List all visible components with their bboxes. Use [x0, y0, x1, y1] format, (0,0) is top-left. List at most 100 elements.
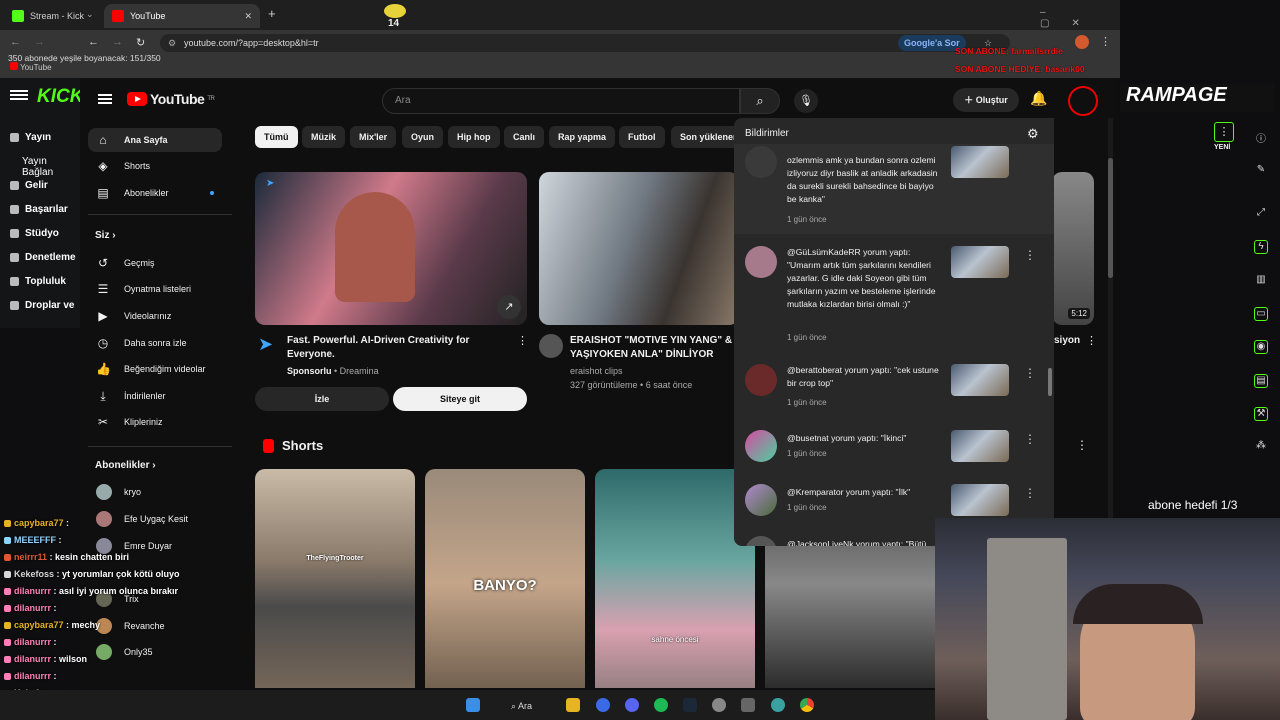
short-thumbnail[interactable]: TheFlyingTrooter	[255, 469, 415, 688]
more-menu-icon[interactable]: ⋮	[1214, 122, 1234, 142]
sidebar-item-subscriptions[interactable]: ▤ Abonelikler	[88, 181, 222, 205]
sidebar-item-home[interactable]: ⌂ Ana Sayfa	[88, 128, 222, 152]
external-link-icon[interactable]: ↗	[497, 295, 521, 319]
chat-username[interactable]: Kekefoss	[14, 569, 54, 579]
visit-site-button[interactable]: Siteye git	[393, 387, 527, 411]
channel-avatar[interactable]	[1068, 86, 1098, 116]
chat-username[interactable]: capybara77	[14, 518, 64, 528]
tab-search-chevron-icon[interactable]: ⌄	[86, 9, 94, 20]
pencil-icon[interactable]: ✎	[1254, 164, 1268, 178]
chat-username[interactable]: capybara77	[14, 620, 64, 630]
chat-icon[interactable]: ▭	[1254, 307, 1268, 321]
url-bar[interactable]: ⚙ youtube.com/?app=desktop&hl=tr Google'…	[160, 34, 1010, 52]
steam-icon[interactable]	[683, 698, 697, 712]
save-icon[interactable]: ▤	[1254, 374, 1268, 388]
sidebar-item-downloads[interactable]: ⤓ İndirilenler	[88, 384, 222, 408]
chip[interactable]: Futbol	[619, 126, 665, 148]
forward-icon[interactable]: →	[112, 36, 123, 48]
app-icon[interactable]	[712, 698, 726, 712]
sidebar-item-playlists[interactable]: ☰ Oynatma listeleri	[88, 277, 222, 301]
sidebar-item-clips[interactable]: ✂ Klipleriniz	[88, 410, 222, 434]
watch-button[interactable]: İzle	[255, 387, 389, 411]
chip[interactable]: Canlı	[504, 126, 545, 148]
settings-icon[interactable]	[741, 698, 755, 712]
share-icon[interactable]: ⁂	[1254, 440, 1268, 454]
create-button[interactable]: ＋ Oluştur	[953, 88, 1019, 112]
search-input[interactable]: Ara	[382, 88, 740, 114]
chat-username[interactable]: dilanurrr	[14, 637, 51, 647]
browser-icon[interactable]	[771, 698, 785, 712]
notification-item[interactable]: @busetnat yorum yaptı: "İkinci" 1 gün ön…	[734, 430, 1054, 470]
sidebar-item-history[interactable]: ↺ Geçmiş	[88, 251, 222, 275]
chip[interactable]: Mix'ler	[350, 126, 397, 148]
sidebar-item-liked[interactable]: 👍 Beğendiğim videolar	[88, 357, 222, 381]
video-title[interactable]: siyon	[1054, 334, 1080, 348]
video-channel[interactable]: eraishot clips	[570, 366, 623, 376]
notifications-bell-icon[interactable]: 🔔	[1030, 90, 1047, 107]
new-tab-icon[interactable]: +	[268, 6, 276, 21]
app-icon[interactable]	[596, 698, 610, 712]
info-icon[interactable]: ⓘ	[1254, 130, 1268, 145]
more-options-icon[interactable]: ⋮	[1086, 334, 1097, 347]
video-title[interactable]: Fast. Powerful. AI-Driven Creativity for…	[287, 334, 507, 362]
kick-nav-item[interactable]: Stüdyo	[10, 228, 59, 239]
notifications-scrollbar[interactable]	[1048, 368, 1052, 396]
windows-start-icon[interactable]	[466, 698, 480, 712]
bookmark-youtube[interactable]: YouTube	[10, 62, 52, 72]
wrench-icon[interactable]: ⚒	[1254, 407, 1268, 421]
short-thumbnail[interactable]: sahne öncesi	[595, 469, 755, 688]
lightning-icon[interactable]: ϟ	[1254, 240, 1268, 254]
youtube-logo[interactable]: YouTube TR	[127, 91, 215, 107]
chat-username[interactable]: dilanurrr	[14, 654, 51, 664]
broadcast-icon[interactable]: ◉	[1254, 340, 1268, 354]
profile-avatar[interactable]	[1075, 35, 1089, 49]
site-info-icon[interactable]: ⚙	[168, 34, 176, 52]
chat-username[interactable]: dilanurrr	[14, 671, 51, 681]
file-explorer-icon[interactable]	[566, 698, 580, 712]
notification-item[interactable]: ozlemmis amk ya bundan sonra ozlemi izli…	[734, 144, 1054, 234]
hamburger-icon[interactable]	[98, 94, 112, 96]
sidebar-item-watch-later[interactable]: ◷ Daha sonra izle	[88, 331, 222, 355]
chat-username[interactable]: dilanurrr	[14, 586, 51, 596]
kick-nav-item[interactable]: Başarılar	[10, 204, 68, 215]
sidebar-item-your-videos[interactable]: ▶ Videolarınız	[88, 304, 222, 328]
mic-icon[interactable]: 🎙	[794, 89, 818, 113]
notification-item[interactable]: @berattoberat yorum yaptı: "cek ustune b…	[734, 364, 1054, 414]
video-channel[interactable]: Sponsorlu • Dreamina	[287, 366, 379, 376]
more-options-icon[interactable]: ⋮	[1024, 366, 1036, 380]
more-options-icon[interactable]: ⋮	[1024, 248, 1036, 262]
forward-icon[interactable]: →	[34, 36, 45, 48]
sidebar-item-shorts[interactable]: ◈ Shorts	[88, 154, 222, 178]
kick-nav-item[interactable]: Denetleme	[10, 252, 76, 263]
menu-dots-icon[interactable]: ⋮	[1100, 35, 1111, 48]
chip[interactable]: Rap yapma	[549, 126, 616, 148]
tab-youtube[interactable]: YouTube ✕	[104, 4, 260, 28]
video-title[interactable]: ERAISHOT "MOTIVE YIN YANG" & " YAŞIYOKEN …	[570, 334, 740, 362]
back-icon[interactable]: ←	[88, 36, 99, 48]
back-icon[interactable]: ←	[10, 36, 21, 48]
sidebar-channel[interactable]: kryo	[96, 484, 141, 500]
video-thumbnail[interactable]: ↗	[255, 172, 527, 325]
notification-item[interactable]: @GüLsümKadeRR yorum yaptı: "Umarım artık…	[734, 244, 1054, 354]
discord-icon[interactable]	[625, 698, 639, 712]
clipboard-icon[interactable]: ▥	[1254, 274, 1268, 288]
video-thumbnail[interactable]	[539, 172, 739, 325]
subscriptions-header[interactable]: Abonelikler ›	[95, 460, 156, 471]
close-tab-icon[interactable]: ✕	[244, 11, 252, 22]
chat-username[interactable]: MEEEFFF	[14, 535, 56, 545]
more-options-icon[interactable]: ⋮	[1024, 432, 1036, 446]
chip[interactable]: Müzik	[302, 126, 346, 148]
chip[interactable]: Oyun	[402, 126, 444, 148]
chat-username[interactable]: neirrr11	[14, 552, 47, 562]
spotify-icon[interactable]	[654, 698, 668, 712]
settings-gear-icon[interactable]: ⚙	[1027, 126, 1039, 142]
scrollbar-thumb[interactable]	[1108, 158, 1113, 278]
kick-nav-item[interactable]: Yayın	[10, 132, 51, 143]
kick-nav-item[interactable]: Droplar ve	[10, 300, 74, 311]
chip[interactable]: Hip hop	[448, 126, 500, 148]
you-header[interactable]: Siz ›	[95, 230, 116, 241]
short-thumbnail[interactable]: BANYO?	[425, 469, 585, 688]
kick-nav-item[interactable]: Gelir	[10, 180, 48, 191]
chat-username[interactable]: dilanurrr	[14, 603, 51, 613]
taskbar-search[interactable]: ⌕ Ara	[505, 698, 555, 714]
